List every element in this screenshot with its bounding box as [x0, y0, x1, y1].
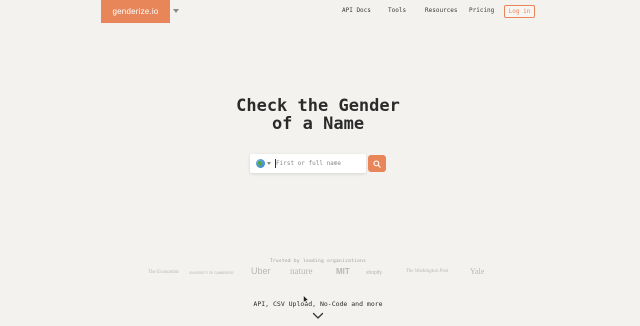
page: genderize.io API Docs Tools Resources Pr… — [0, 0, 640, 326]
title-line-1: Check the Gender — [236, 96, 400, 116]
mouse-pointer-icon — [303, 295, 309, 304]
brand-uber: Uber — [251, 266, 271, 276]
brand-nature: nature — [290, 266, 313, 276]
nav-pricing[interactable]: Pricing — [469, 7, 494, 14]
search-icon — [373, 159, 381, 168]
chevron-down-icon[interactable] — [173, 9, 179, 13]
brand-economist: The Economist — [148, 270, 179, 275]
brand-cambridge: UNIVERSITY OF CAMBRIDGE — [189, 271, 234, 275]
brand-washington-post: The Washington Post — [406, 269, 449, 274]
login-button[interactable]: Log in — [504, 5, 535, 18]
chevron-down-icon[interactable] — [267, 162, 271, 165]
search-button[interactable] — [368, 155, 386, 172]
nav-resources[interactable]: Resources — [425, 7, 458, 14]
search-box — [250, 154, 366, 173]
nav-tools[interactable]: Tools — [388, 7, 406, 14]
brand-mit: MIT — [336, 267, 350, 276]
title-line-2: of a Name — [271, 114, 365, 134]
trusted-label: Trusted by leading organizations — [269, 259, 367, 264]
brand-logos: The Economist UNIVERSITY OF CAMBRIDGE Ub… — [0, 266, 640, 280]
header: genderize.io API Docs Tools Resources Pr… — [0, 0, 640, 23]
globe-icon[interactable] — [256, 159, 265, 168]
nav-api-docs[interactable]: API Docs — [342, 7, 371, 14]
logo[interactable]: genderize.io — [101, 0, 170, 23]
chevron-down-icon[interactable] — [312, 312, 324, 320]
brand-shopify: shopify — [366, 270, 382, 276]
search-input[interactable] — [276, 157, 364, 170]
brand-yale: Yale — [470, 267, 485, 276]
page-title: Check the Gender of a Name — [200, 97, 436, 133]
features-label: API, CSV Upload, No-Code and more — [253, 300, 383, 308]
